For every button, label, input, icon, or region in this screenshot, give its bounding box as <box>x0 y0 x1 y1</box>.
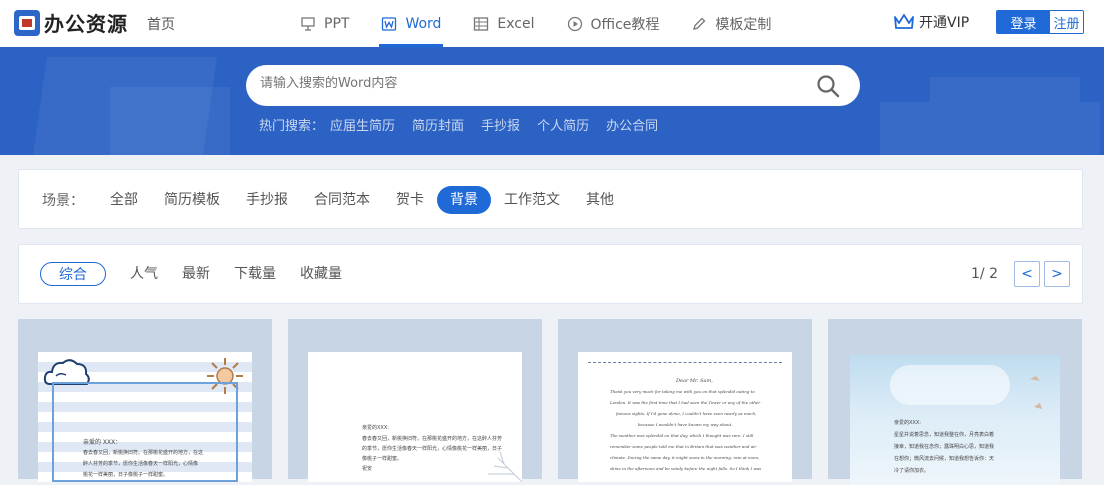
hot-search-item[interactable]: 简历封面 <box>412 115 464 134</box>
scene-item-resume[interactable]: 简历模板 <box>151 186 233 214</box>
card-text-line: Thank you very much for taking me with y… <box>610 389 755 394</box>
hot-search-label: 热门搜索： <box>259 119 325 134</box>
scene-item-work-essay[interactable]: 工作范文 <box>491 186 573 214</box>
banner-decoration <box>880 102 1100 155</box>
template-card[interactable]: 亲爱的 XXX： 春去春又回，新桃换旧符。在那桃花盛开的地方，在这 醉人芬芳的季… <box>18 319 272 482</box>
hot-search-item[interactable]: 手抄报 <box>481 115 520 134</box>
page-indicator: 1/ 2 <box>971 266 998 282</box>
card-text-line: 接幸，知道我在念你；露珠明白心思，知道我 <box>894 444 995 450</box>
bird-icon <box>1030 376 1042 409</box>
card-greeting: Dear Mr. Sam, <box>676 378 713 384</box>
template-preview: 亲爱的XXX: 春去春又回，新桃换旧符。在那桃花盛开的地方，在这醉人芬芳 的季节… <box>308 352 522 482</box>
card-text-line: shine in the afternoon and be windy befo… <box>610 466 762 471</box>
search-icon[interactable] <box>816 74 840 98</box>
card-text-line: climate. During the same day, it might s… <box>610 455 760 460</box>
sort-options: 综合 人气 最新 下载量 收藏量 <box>40 262 366 286</box>
scene-item-other[interactable]: 其他 <box>573 186 627 214</box>
sort-popularity[interactable]: 人气 <box>130 262 158 286</box>
scene-label: 场景： <box>42 193 84 209</box>
text-frame <box>52 382 238 482</box>
hot-search-item[interactable]: 办公合同 <box>606 115 658 134</box>
nav-label-office-tutorial: Office教程 <box>590 16 660 33</box>
nav-item-word[interactable]: Word <box>379 0 444 47</box>
card-text-line: because I wouldn't have known my way abo… <box>638 422 733 427</box>
nav-item-excel[interactable]: Excel <box>473 0 535 47</box>
logo-text: 办公资源 <box>44 12 128 36</box>
main-nav: PPT Word Excel Office教程 模板定制 <box>300 0 803 47</box>
card-text-line: 冷了请你加衣。 <box>894 468 930 474</box>
dotted-border <box>588 362 782 363</box>
nav-item-ppt[interactable]: PPT <box>300 0 349 47</box>
hot-searches: 热门搜索： 应届生简历 简历封面 手抄报 个人简历 办公合同 <box>259 115 675 134</box>
card-text-line: remember some people told me that in Bri… <box>610 444 757 449</box>
top-header: 办公资源 首页 PPT Word Excel Office教程 模板定制 开通V… <box>0 0 1104 47</box>
nav-item-office-tutorial[interactable]: Office教程 <box>567 0 660 47</box>
card-text-line: 春去春又回，新桃换旧符。在那桃花盛开的地方，在这醉人芬芳 <box>362 436 503 442</box>
hot-search-item[interactable]: 个人简历 <box>537 115 589 134</box>
card-text-line: 桃花一样美丽，日子像桃子一样甜蜜。 <box>83 472 169 478</box>
card-text-line: famous sights. If I'd gone alone, I coul… <box>616 411 757 416</box>
nav-label-excel: Excel <box>497 15 535 32</box>
vip-label: 开通VIP <box>919 15 970 31</box>
card-text-line: 祝安 <box>362 466 373 472</box>
card-greeting: 亲爱的XXX: <box>362 425 389 431</box>
banner-decoration <box>930 77 1080 102</box>
hot-search-item[interactable]: 应届生简历 <box>330 115 395 134</box>
pen-icon <box>693 17 706 30</box>
scene-item-greeting-card[interactable]: 贺卡 <box>383 186 437 214</box>
card-greeting: 亲爱的XXX: <box>894 420 921 426</box>
nav-home-link[interactable]: 首页 <box>147 14 175 34</box>
tree-branch-icon <box>488 451 522 482</box>
template-card[interactable]: Dear Mr. Sam, Thank you very much for ta… <box>558 319 812 482</box>
prev-page-button[interactable]: < <box>1014 261 1040 287</box>
nav-label-ppt: PPT <box>324 15 350 32</box>
sort-newest[interactable]: 最新 <box>182 262 210 286</box>
card-greeting: 亲爱的 XXX： <box>83 439 122 446</box>
nav-label-word: Word <box>405 15 442 32</box>
site-logo[interactable]: 办公资源 <box>14 8 128 37</box>
card-text-line: 像桃子一样甜蜜。 <box>362 456 403 462</box>
search-box <box>246 65 860 106</box>
template-card[interactable]: 亲爱的XXX: 春去春又回，新桃换旧符。在那桃花盛开的地方，在这醉人芬芳 的季节… <box>288 319 542 482</box>
scene-filter-items: 全部 简历模板 手抄报 合同范本 贺卡 背景 工作范文 其他 <box>97 186 627 214</box>
presentation-icon <box>301 16 315 31</box>
logo-icon <box>14 9 40 36</box>
play-circle-icon <box>567 16 582 31</box>
auth-buttons: 登录 注册 <box>996 10 1084 34</box>
scene-item-contract[interactable]: 合同范本 <box>301 186 383 214</box>
card-text-line: 星星并说着思念，知道我整在你，月亮表白着 <box>894 432 995 438</box>
card-text-line: 在想你；微风流去问候，知道我想告诉你：天 <box>894 456 995 462</box>
card-text-line: London. It was the first time that I had… <box>610 400 761 405</box>
nav-label-template-custom: 模板定制 <box>715 16 772 33</box>
table-icon <box>474 16 489 31</box>
template-preview: 亲爱的XXX: 星星并说着思念，知道我整在你，月亮表白着 接幸，知道我在念你；露… <box>850 355 1060 485</box>
search-input[interactable] <box>260 76 760 91</box>
card-text-line: 醉人芬芳的季节，愿你生活像春天一样阳光，心情像 <box>83 461 199 467</box>
scene-filter: 场景： 全部 简历模板 手抄报 合同范本 贺卡 背景 工作范文 其他 <box>18 169 1083 229</box>
template-card[interactable]: 亲爱的XXX: 星星并说着思念，知道我整在你，月亮表白着 接幸，知道我在念你；露… <box>828 319 1082 485</box>
sort-downloads[interactable]: 下载量 <box>234 262 276 286</box>
login-button[interactable]: 登录 <box>997 11 1050 33</box>
pagination: 1/ 2 < > <box>971 261 1070 287</box>
scene-item-background[interactable]: 背景 <box>437 186 491 214</box>
nav-item-template-custom[interactable]: 模板定制 <box>691 0 771 47</box>
scene-item-all[interactable]: 全部 <box>97 186 151 214</box>
sort-bar: 综合 人气 最新 下载量 收藏量 1/ 2 < > <box>18 244 1083 304</box>
sort-comprehensive[interactable]: 综合 <box>40 262 106 286</box>
card-text-line: The weather was splendid on that day, wh… <box>610 433 754 438</box>
card-text-line: 春去春又回，新桃换旧符。在那桃花盛开的地方，在这 <box>83 450 204 456</box>
template-preview: 亲爱的 XXX： 春去春又回，新桃换旧符。在那桃花盛开的地方，在这 醉人芬芳的季… <box>38 352 252 482</box>
word-icon <box>382 16 397 31</box>
vip-link[interactable]: 开通VIP <box>893 12 969 32</box>
sort-favorites[interactable]: 收藏量 <box>300 262 342 286</box>
next-page-button[interactable]: > <box>1044 261 1070 287</box>
search-banner: 热门搜索： 应届生简历 简历封面 手抄报 个人简历 办公合同 <box>0 47 1104 155</box>
register-button[interactable]: 注册 <box>1050 11 1083 33</box>
banner-decoration <box>110 87 230 155</box>
template-preview: Dear Mr. Sam, Thank you very much for ta… <box>578 352 792 482</box>
crown-icon <box>894 14 914 29</box>
cloud-shape <box>890 365 1010 405</box>
scene-item-handwritten-paper[interactable]: 手抄报 <box>233 186 301 214</box>
